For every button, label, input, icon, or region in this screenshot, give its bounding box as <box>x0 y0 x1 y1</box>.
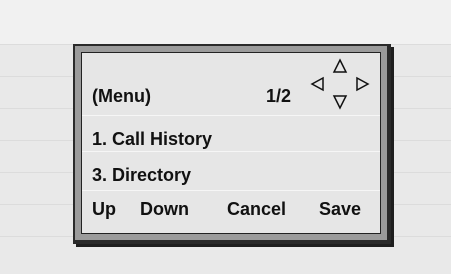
nav-down-icon[interactable] <box>332 95 348 110</box>
menu-title: (Menu) <box>92 86 151 106</box>
background-band-top <box>0 0 451 44</box>
phone-display: (Menu) 1/2 1. Call History 3. Directory … <box>73 44 391 244</box>
nav-left-icon[interactable] <box>310 76 324 92</box>
page-indicator: 1/2 <box>266 86 292 106</box>
softkey-cancel[interactable]: Cancel <box>227 200 286 218</box>
nav-right-icon[interactable] <box>356 76 370 92</box>
softkey-save[interactable]: Save <box>319 200 361 218</box>
list-item[interactable]: 3. Directory <box>92 166 191 184</box>
lcd-screen: (Menu) 1/2 1. Call History 3. Directory … <box>81 52 381 234</box>
row-divider <box>82 151 380 152</box>
nav-up-icon[interactable] <box>332 58 348 73</box>
row-divider <box>82 190 380 191</box>
navigation-arrows[interactable] <box>308 57 372 113</box>
softkey-up[interactable]: Up <box>92 200 116 218</box>
row-divider <box>82 115 380 116</box>
list-item[interactable]: 1. Call History <box>92 130 212 148</box>
softkey-down[interactable]: Down <box>140 200 189 218</box>
